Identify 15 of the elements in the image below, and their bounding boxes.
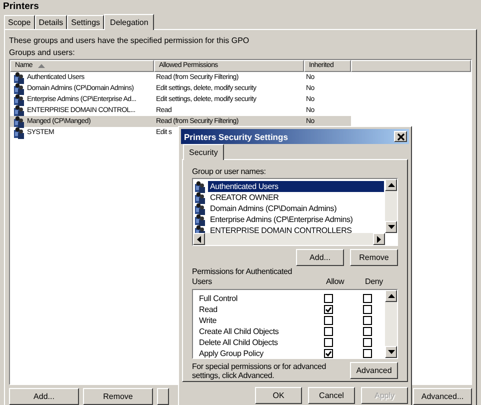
permission-name: Apply Group Policy xyxy=(199,349,264,358)
description-text: These groups and users have the specified permission for this GPO xyxy=(9,35,250,46)
advanced-note: For special permissions or for advanced settings, click Advanced. xyxy=(192,362,328,380)
column-header: Deny xyxy=(364,277,384,287)
permission-name: Write xyxy=(199,316,218,325)
column-header: Allow xyxy=(324,277,346,287)
permission-name: Delete All Child Objects xyxy=(199,338,279,347)
list-label: Groups and users: xyxy=(9,47,76,58)
permission-name: Read xyxy=(199,305,218,314)
dialog-title: Printers Security Settings xyxy=(184,132,288,142)
group-label: Group or user names: xyxy=(192,166,267,177)
permission-name: Create All Child Objects xyxy=(199,327,280,336)
permissions-label: Permissions for Authenticated Users xyxy=(192,267,294,287)
permission-name: Full Control xyxy=(199,294,239,303)
window-title: Printers xyxy=(2,0,40,12)
